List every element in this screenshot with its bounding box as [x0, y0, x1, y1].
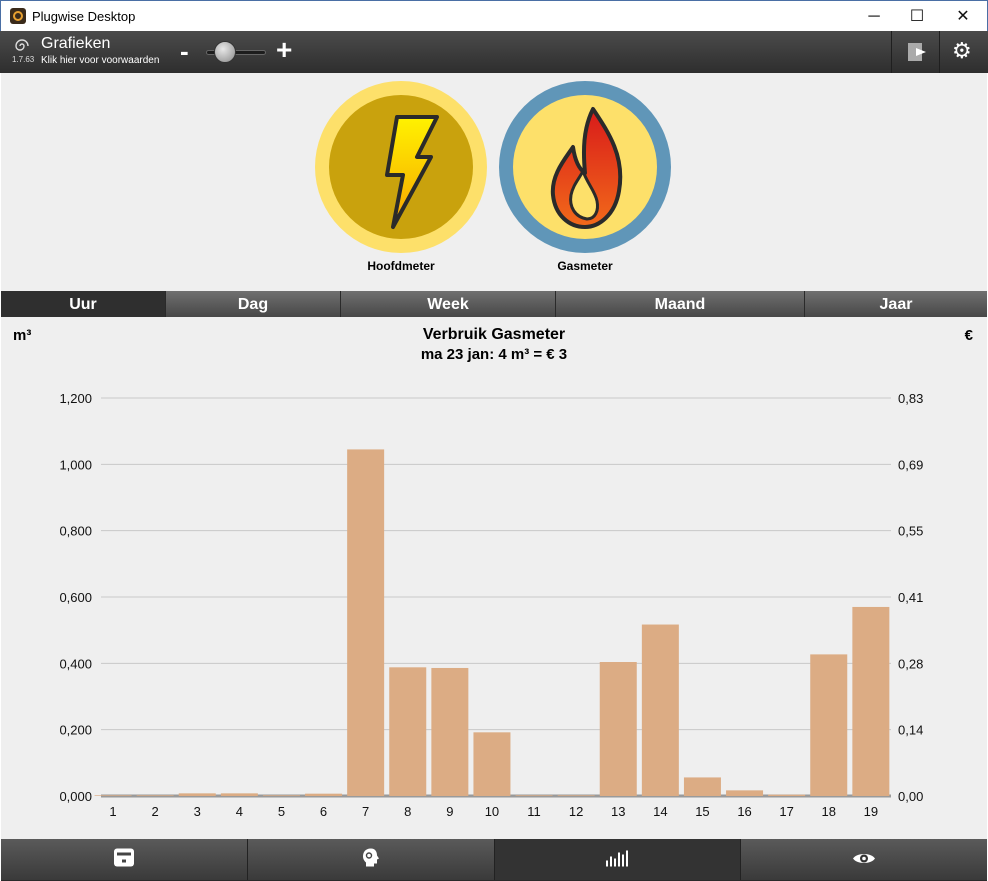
x-tick-label: 6 — [320, 804, 327, 819]
bar — [347, 449, 385, 796]
bar — [136, 795, 174, 796]
y-tick-label: 0,000 — [59, 789, 92, 804]
bar — [431, 667, 469, 796]
x-tick-label: 4 — [236, 804, 243, 819]
bar — [262, 795, 300, 796]
bar — [305, 793, 343, 796]
tab-week[interactable]: Week — [341, 291, 556, 317]
chart-icon — [605, 848, 629, 871]
minimize-button[interactable]: ─ — [851, 1, 897, 32]
x-tick-label: 1 — [109, 804, 116, 819]
x-tick-label: 15 — [695, 804, 709, 819]
x-tick-label: 9 — [446, 804, 453, 819]
y-tick-label: 0,400 — [59, 656, 92, 671]
y2-tick-label: 0,69 — [898, 457, 923, 472]
bar — [768, 794, 806, 796]
eye-icon — [852, 849, 876, 870]
nav-meter-button[interactable] — [1, 839, 248, 880]
tab-uur[interactable]: Uur — [1, 291, 166, 317]
flame-icon — [513, 95, 657, 239]
settings-icon: ⚙ — [952, 38, 972, 63]
y-tick-label: 0,600 — [59, 590, 92, 605]
bar — [599, 662, 637, 796]
lightning-icon — [329, 95, 473, 239]
y2-tick-label: 0,41 — [898, 590, 923, 605]
bar-chart: 0,000 0,00 0,200 0,14 0,400 0,28 0,600 0,41 0,80… — [59, 391, 923, 819]
y2-tick-label: 0,28 — [898, 656, 923, 671]
hoofdmeter-label: Hoofdmeter — [367, 259, 435, 273]
head-icon — [360, 846, 382, 873]
x-tick-label: 14 — [653, 804, 667, 819]
export-button[interactable] — [891, 31, 939, 73]
y-tick-label: 0,200 — [59, 723, 92, 738]
y-tick-label: 1,000 — [59, 457, 92, 472]
x-tick-label: 3 — [194, 804, 201, 819]
period-tabs: Uur Dag Week Maand Jaar — [1, 291, 987, 317]
gasmeter-button[interactable] — [499, 81, 671, 253]
y2-tick-label: 0,14 — [898, 723, 923, 738]
settings-button[interactable]: ⚙ — [939, 31, 987, 73]
bar — [726, 790, 764, 796]
x-tick-label: 18 — [822, 804, 836, 819]
terms-link[interactable]: Klik hier voor voorwaarden — [41, 55, 159, 66]
x-tick-label: 5 — [278, 804, 285, 819]
bar — [852, 606, 890, 796]
y-tick-label: 1,200 — [59, 391, 92, 406]
nav-eye-button[interactable] — [741, 839, 987, 880]
zoom-out-button[interactable]: - — [180, 36, 189, 66]
x-tick-label: 12 — [569, 804, 583, 819]
y2-tick-label: 0,55 — [898, 524, 923, 539]
y2-tick-label: 0,00 — [898, 789, 923, 804]
chart-area: m³ € Verbruik Gasmeter ma 23 jan: 4 m³ =… — [1, 317, 987, 839]
bar — [178, 793, 216, 796]
app-toolbar: 1.7.63 Grafieken Klik hier voor voorwaar… — [0, 31, 988, 73]
meter-icon — [113, 847, 135, 872]
y2-tick-label: 0,83 — [898, 391, 923, 406]
x-tick-label: 10 — [485, 804, 499, 819]
zoom-in-button[interactable]: + — [276, 35, 292, 65]
bar — [220, 793, 258, 796]
x-tick-label: 8 — [404, 804, 411, 819]
x-tick-label: 19 — [864, 804, 878, 819]
bar — [473, 732, 511, 796]
bar — [389, 667, 427, 796]
y-tick-label: 0,800 — [59, 524, 92, 539]
bar — [94, 795, 132, 796]
export-icon — [908, 43, 926, 61]
tab-jaar[interactable]: Jaar — [805, 291, 987, 317]
zoom-slider-handle[interactable] — [214, 41, 236, 63]
meter-selector: Hoofdmeter Gasmeter — [1, 73, 987, 291]
bar — [683, 777, 721, 796]
bottom-navigation — [1, 839, 987, 881]
window-title: Plugwise Desktop — [32, 9, 136, 24]
page-title: Grafieken — [41, 35, 111, 52]
nav-chart-button[interactable] — [494, 839, 742, 880]
x-tick-label: 17 — [779, 804, 793, 819]
bar — [641, 624, 679, 796]
logo-icon — [12, 38, 32, 54]
bar — [810, 654, 848, 796]
x-tick-label: 13 — [611, 804, 625, 819]
gasmeter-label: Gasmeter — [557, 259, 613, 273]
close-button[interactable]: ✕ — [940, 1, 986, 32]
x-tick-label: 2 — [152, 804, 159, 819]
hoofdmeter-button[interactable] — [315, 81, 487, 253]
bar — [515, 795, 553, 796]
bar — [557, 795, 595, 796]
tab-maand[interactable]: Maand — [556, 291, 805, 317]
x-tick-label: 16 — [737, 804, 751, 819]
x-tick-label: 7 — [362, 804, 369, 819]
nav-head-button[interactable] — [247, 839, 495, 880]
version-label: 1.7.63 — [12, 55, 35, 64]
tab-dag[interactable]: Dag — [166, 291, 341, 317]
x-tick-label: 11 — [527, 804, 541, 819]
window-titlebar: Plugwise Desktop ─ ☐ ✕ — [0, 0, 988, 31]
maximize-button[interactable]: ☐ — [894, 1, 940, 32]
app-icon — [10, 8, 26, 24]
